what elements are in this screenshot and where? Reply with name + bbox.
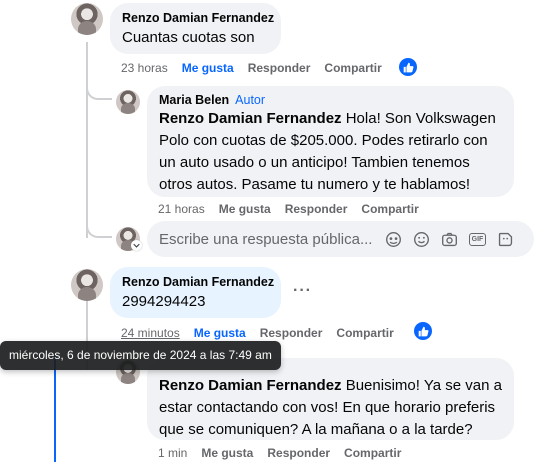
comment-author: Maria Belen Autor	[159, 93, 502, 107]
avatar[interactable]	[71, 269, 103, 301]
comment-bubble: Renzo Damian Fernandez 2994294423	[110, 267, 281, 318]
like-button[interactable]: Me gusta	[194, 326, 246, 340]
comment-text: Cuantas cuotas son	[122, 29, 255, 46]
sticker-icon[interactable]	[496, 230, 515, 249]
like-reaction-icon[interactable]	[414, 322, 432, 340]
author-name[interactable]: Maria Belen	[159, 93, 229, 107]
mention[interactable]: Renzo Damian Fernandez	[159, 110, 342, 127]
reply-button[interactable]: Responder	[248, 61, 311, 75]
thread-line	[86, 42, 88, 238]
sticker-avatar-icon[interactable]	[384, 230, 403, 249]
comment-time[interactable]: 23 horas	[121, 61, 168, 75]
emoji-icon[interactable]	[412, 230, 431, 249]
comment-text: Renzo Damian Fernandez Hola! Son Volkswa…	[159, 108, 502, 196]
comment-actions: 1 min Me gusta Responder Compartir	[158, 446, 415, 460]
camera-icon[interactable]	[440, 230, 459, 249]
comment-text: 2994294423	[122, 293, 206, 310]
thread-branch	[86, 222, 112, 238]
avatar-chevron-icon[interactable]	[131, 240, 142, 251]
reply-button[interactable]: Responder	[260, 326, 323, 340]
avatar[interactable]	[71, 3, 103, 35]
reply-box: GIF	[147, 221, 534, 257]
comment-author[interactable]: Renzo Damian Fernandez	[122, 275, 274, 289]
reply-input[interactable]	[159, 230, 374, 248]
comment-time[interactable]: 1 min	[158, 446, 187, 460]
comment-actions: 23 horas Me gusta Responder Compartir	[121, 61, 396, 75]
thread-branch	[86, 86, 112, 100]
avatar[interactable]	[116, 90, 140, 114]
comment-bubble: Maria Belen Autor Renzo Damian Fernandez …	[147, 86, 514, 197]
gif-icon[interactable]: GIF	[468, 230, 487, 249]
comment-bubble: Renzo Damian Fernandez Cuantas cuotas so…	[110, 3, 281, 54]
gif-label: GIF	[468, 232, 487, 246]
share-button[interactable]: Compartir	[361, 202, 418, 216]
share-button[interactable]: Compartir	[324, 61, 381, 75]
mention[interactable]: Renzo Damian Fernandez	[159, 377, 342, 394]
author-badge: Autor	[235, 93, 266, 107]
like-button[interactable]: Me gusta	[219, 202, 271, 216]
like-button[interactable]: Me gusta	[201, 446, 253, 460]
like-reaction-icon[interactable]	[399, 58, 417, 76]
comment-actions: 24 minutos Me gusta Responder Compartir	[121, 326, 408, 340]
comment-author[interactable]: Renzo Damian Fernandez	[122, 11, 274, 25]
reply-button[interactable]: Responder	[285, 202, 348, 216]
reply-tools: GIF	[384, 230, 515, 249]
comment-time[interactable]: 24 minutos	[121, 326, 180, 340]
reply-button[interactable]: Responder	[267, 446, 330, 460]
comment-bubble: Renzo Damian Fernandez Buenisimo! Ya se …	[147, 358, 514, 440]
comment-actions: 21 horas Me gusta Responder Compartir	[158, 202, 433, 216]
more-options-icon[interactable]: ···	[293, 282, 312, 300]
share-button[interactable]: Compartir	[344, 446, 401, 460]
comment-text: Renzo Damian Fernandez Buenisimo! Ya se …	[159, 375, 502, 441]
share-button[interactable]: Compartir	[336, 326, 393, 340]
like-button[interactable]: Me gusta	[182, 61, 234, 75]
selection-line	[54, 355, 56, 462]
comment-time[interactable]: 21 horas	[158, 202, 205, 216]
timestamp-tooltip: miércoles, 6 de noviembre de 2024 a las …	[0, 341, 281, 370]
